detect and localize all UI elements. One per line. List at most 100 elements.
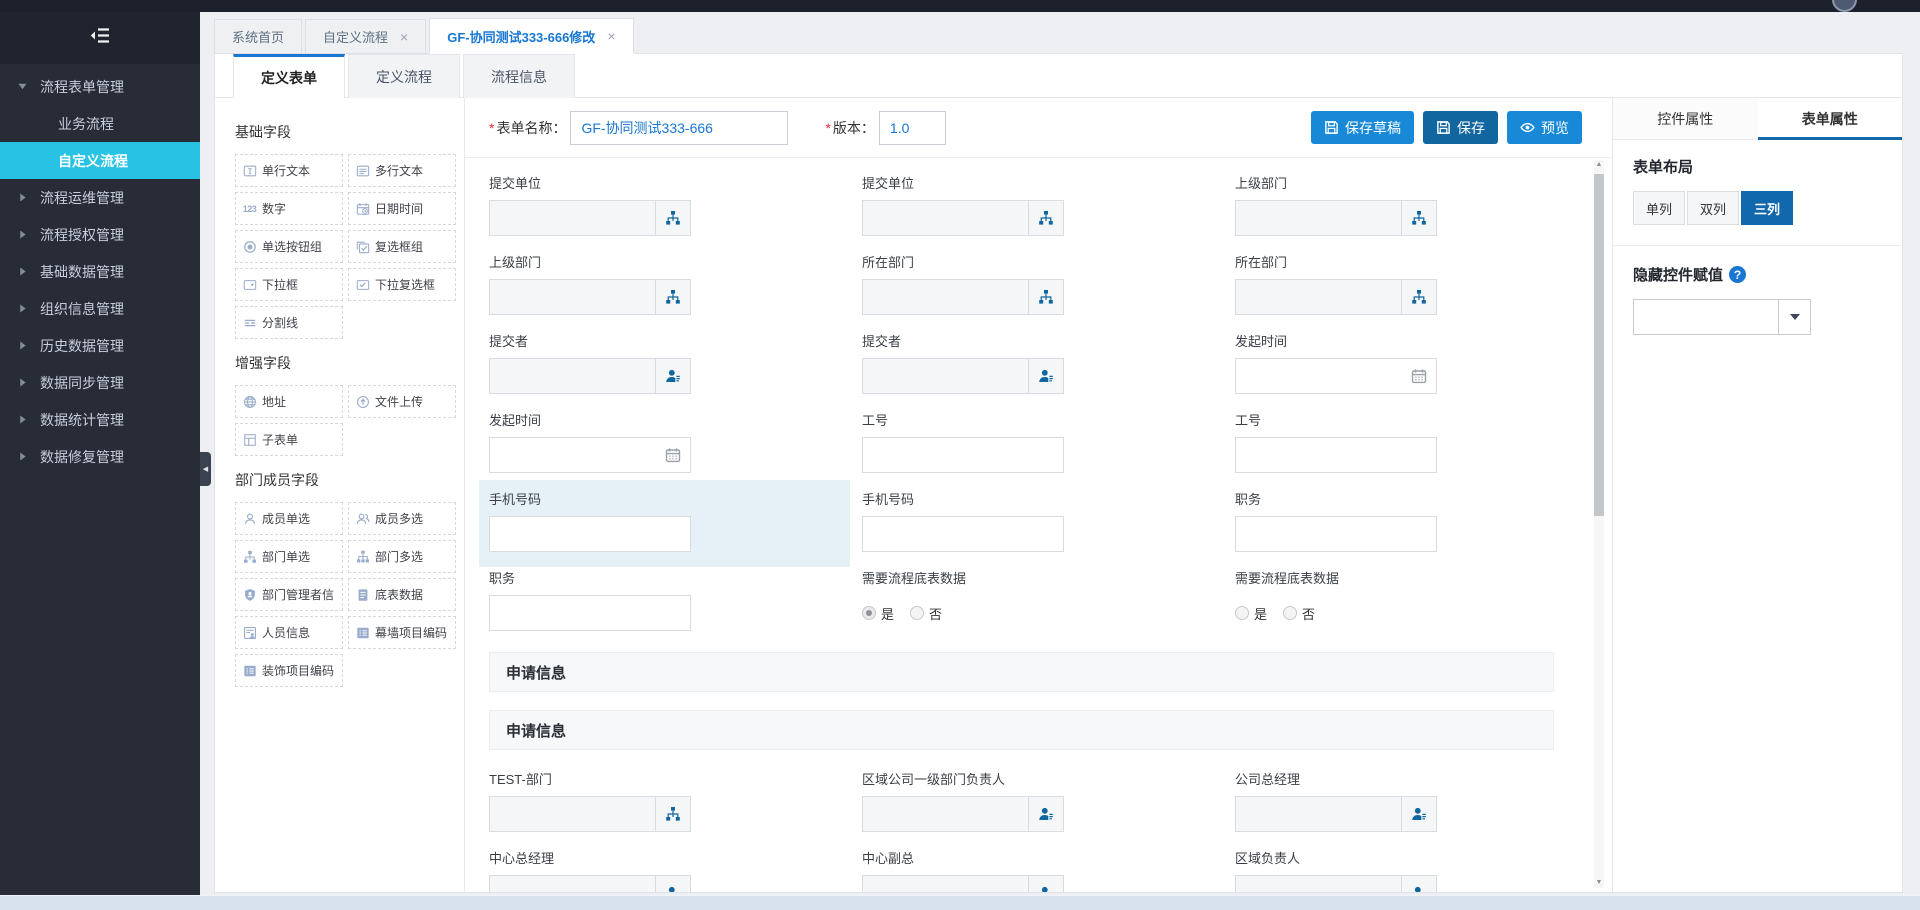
field-type-button[interactable]: 单行文本 [235, 154, 343, 187]
scroll-up-icon[interactable]: ▲ [1594, 160, 1604, 170]
panel-collapse-handle[interactable]: ◀ [200, 452, 211, 486]
person-picker-icon[interactable] [1401, 797, 1436, 831]
form-section-header[interactable]: 申请信息 [489, 652, 1554, 692]
picker-input-field[interactable] [863, 797, 1028, 831]
field-type-button[interactable]: 分割线 [235, 306, 343, 339]
org-picker-icon[interactable] [1401, 280, 1436, 314]
page-tab[interactable]: 自定义流程 × [305, 19, 427, 54]
org-picker-icon[interactable] [1401, 201, 1436, 235]
form-field[interactable]: 需要流程底表数据是否 [862, 567, 1235, 646]
field-type-button[interactable]: 部门多选 [348, 540, 456, 573]
text-input[interactable] [862, 516, 1064, 552]
form-field[interactable]: 需要流程底表数据是否 [1235, 567, 1584, 646]
picker-input-field[interactable] [863, 201, 1028, 235]
save-button[interactable]: 保存 [1423, 111, 1498, 144]
picker-input-field[interactable] [1236, 797, 1401, 831]
form-field[interactable]: 手机号码 [479, 480, 862, 567]
org-picker-icon[interactable] [1028, 201, 1063, 235]
form-field[interactable]: TEST-部门 [489, 768, 862, 847]
text-input[interactable] [489, 516, 691, 552]
form-field[interactable]: 上级部门 [1235, 172, 1584, 251]
designer-tab[interactable]: 流程信息 [463, 54, 575, 98]
sidebar-item[interactable]: 数据修复管理 [0, 438, 200, 475]
radio-option[interactable]: 是 [862, 604, 894, 623]
form-field[interactable]: 职务 [1235, 488, 1584, 567]
picker-input-field[interactable] [490, 201, 655, 235]
field-type-button[interactable]: 下拉复选框 [348, 268, 456, 301]
field-type-button[interactable]: 下拉框 [235, 268, 343, 301]
picker-input-field[interactable] [863, 876, 1028, 892]
sidebar-item[interactable]: 流程运维管理 [0, 179, 200, 216]
form-field[interactable]: 发起时间 [1235, 330, 1584, 409]
form-field[interactable]: 提交单位 [489, 172, 862, 251]
scroll-down-icon[interactable]: ▼ [1594, 878, 1604, 888]
hidden-control-dropdown[interactable] [1633, 299, 1811, 335]
field-type-button[interactable]: 装饰项目编码 [235, 654, 343, 687]
sidebar-item[interactable]: 数据统计管理 [0, 401, 200, 438]
picker-input-field[interactable] [490, 280, 655, 314]
form-field[interactable]: 职务 [489, 567, 862, 646]
field-type-button[interactable]: 单选按钮组 [235, 230, 343, 263]
date-input-field[interactable] [1236, 359, 1401, 393]
org-picker-icon[interactable] [655, 201, 690, 235]
org-picker-icon[interactable] [655, 797, 690, 831]
form-field[interactable]: 中心总经理 [489, 847, 862, 892]
sidebar-item[interactable]: 自定义流程 [0, 142, 200, 179]
designer-tab[interactable]: 定义表单 [233, 54, 345, 98]
sidebar-item[interactable]: 历史数据管理 [0, 327, 200, 364]
field-type-button[interactable]: 人员信息 [235, 616, 343, 649]
radio-option[interactable]: 否 [1283, 604, 1315, 623]
layout-option-button[interactable]: 三列 [1741, 191, 1793, 225]
field-type-button[interactable]: 复选框组 [348, 230, 456, 263]
person-picker-icon[interactable] [1028, 359, 1063, 393]
form-field[interactable]: 区域负责人 [1235, 847, 1584, 892]
form-field[interactable]: 工号 [1235, 409, 1584, 488]
person-picker-icon[interactable] [655, 876, 690, 892]
picker-input-field[interactable] [863, 359, 1028, 393]
picker-input-field[interactable] [490, 876, 655, 892]
properties-tab[interactable]: 表单属性 [1757, 98, 1902, 140]
date-input-field[interactable] [490, 438, 655, 472]
org-picker-icon[interactable] [1028, 280, 1063, 314]
form-field[interactable]: 所在部门 [862, 251, 1235, 330]
form-field[interactable]: 所在部门 [1235, 251, 1584, 330]
save-draft-button[interactable]: 保存草稿 [1311, 111, 1414, 144]
person-picker-icon[interactable] [1028, 876, 1063, 892]
form-field[interactable]: 区域公司一级部门负责人 [862, 768, 1235, 847]
layout-option-button[interactable]: 单列 [1633, 191, 1685, 225]
text-input[interactable] [862, 437, 1064, 473]
picker-input-field[interactable] [1236, 280, 1401, 314]
field-type-button[interactable]: 123 数字 [235, 192, 343, 225]
preview-button[interactable]: 预览 [1507, 111, 1582, 144]
radio-option[interactable]: 否 [910, 604, 942, 623]
form-field[interactable]: 提交者 [862, 330, 1235, 409]
form-section-header[interactable]: 申请信息 [489, 710, 1554, 750]
field-type-button[interactable]: 子表单 [235, 423, 343, 456]
org-picker-icon[interactable] [655, 280, 690, 314]
sidebar-item[interactable]: 流程授权管理 [0, 216, 200, 253]
picker-input-field[interactable] [863, 280, 1028, 314]
vertical-scrollbar[interactable]: ▲ ▼ [1594, 160, 1604, 888]
person-picker-icon[interactable] [1028, 797, 1063, 831]
form-field[interactable]: 中心副总 [862, 847, 1235, 892]
form-field[interactable]: 公司总经理 [1235, 768, 1584, 847]
field-type-button[interactable]: 幕墙项目编码 [348, 616, 456, 649]
date-picker-icon[interactable] [655, 438, 690, 472]
form-field[interactable]: 提交单位 [862, 172, 1235, 251]
picker-input-field[interactable] [1236, 201, 1401, 235]
text-input[interactable] [1235, 437, 1437, 473]
close-icon[interactable]: × [400, 29, 408, 45]
field-type-button[interactable]: 部门单选 [235, 540, 343, 573]
person-picker-icon[interactable] [655, 359, 690, 393]
form-field[interactable]: 提交者 [489, 330, 862, 409]
properties-tab[interactable]: 控件属性 [1613, 98, 1758, 139]
form-field[interactable]: 上级部门 [489, 251, 862, 330]
page-tab[interactable]: GF-协同测试333-666修改 × [429, 18, 634, 54]
sidebar-collapse-button[interactable] [0, 12, 200, 64]
form-field[interactable]: 工号 [862, 409, 1235, 488]
version-input[interactable] [878, 110, 946, 145]
sidebar-item[interactable]: 业务流程 [0, 105, 200, 142]
picker-input-field[interactable] [490, 797, 655, 831]
layout-option-button[interactable]: 双列 [1687, 191, 1739, 225]
close-icon[interactable]: × [607, 28, 615, 44]
